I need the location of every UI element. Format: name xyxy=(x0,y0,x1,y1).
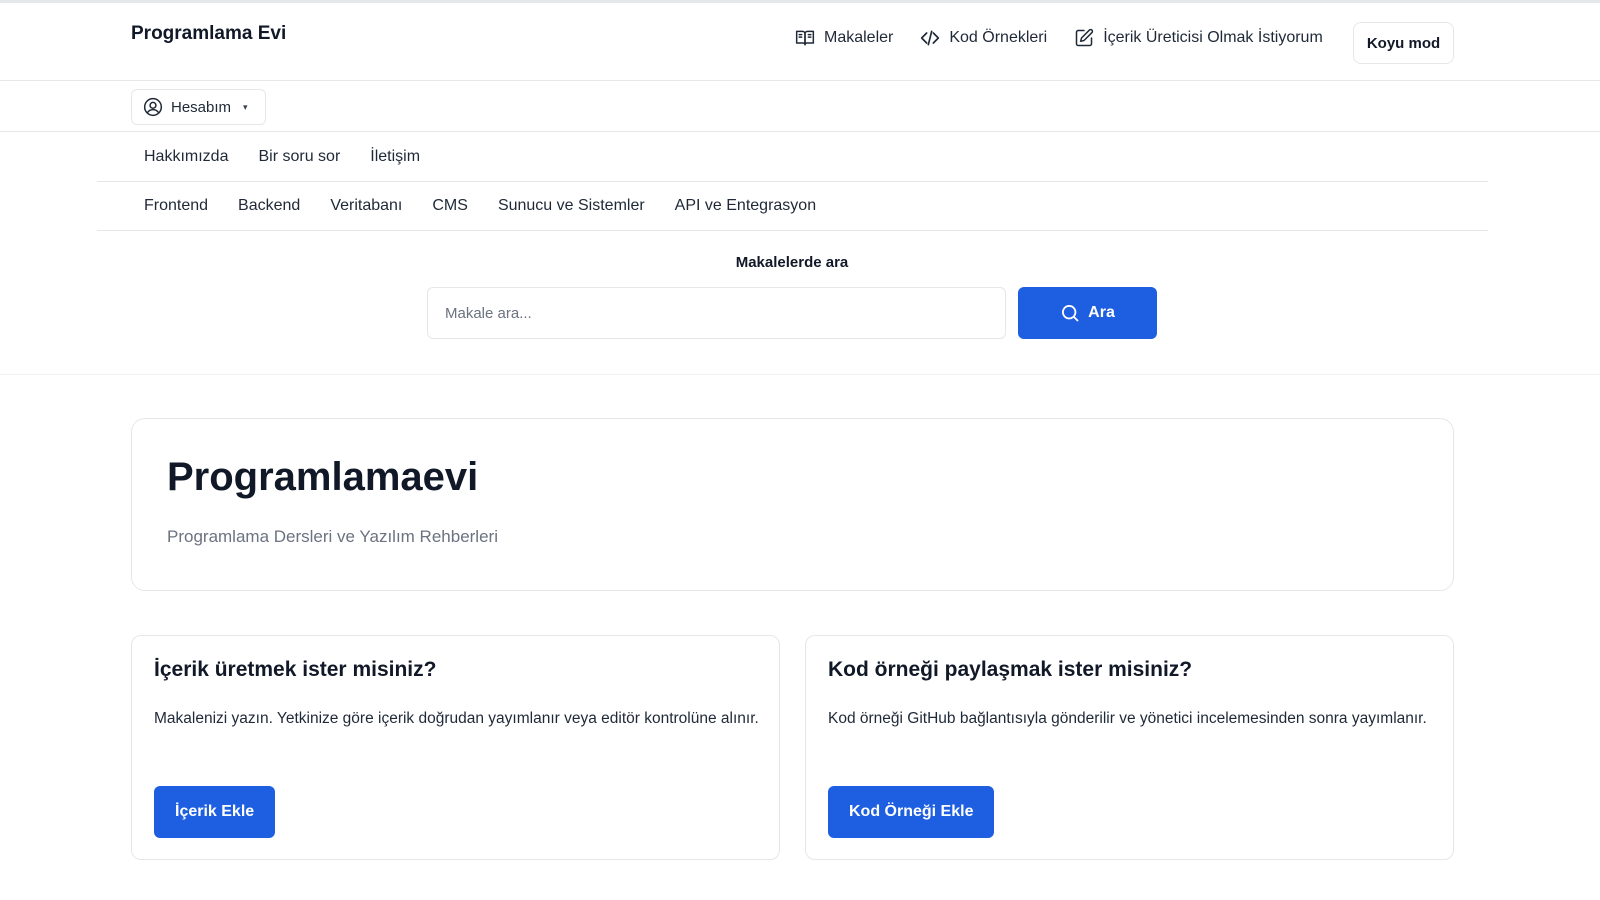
category-link-backend[interactable]: Backend xyxy=(238,197,300,215)
card-text: Makalenizi yazın. Yetkinize göre içerik … xyxy=(154,710,759,727)
info-navigation: Hakkımızda Bir soru sor İletişim xyxy=(97,133,1488,182)
card-title: Kod örneği paylaşmak ister misiniz? xyxy=(828,658,1193,681)
code-icon xyxy=(919,27,941,49)
code-sample-cta-card: Kod örneği paylaşmak ister misiniz? Kod … xyxy=(805,635,1454,860)
category-link-database[interactable]: Veritabanı xyxy=(330,197,402,215)
category-navigation: Frontend Backend Veritabanı CMS Sunucu v… xyxy=(97,182,1488,231)
account-bar: Hesabım ▾ xyxy=(0,82,1600,132)
topnav-item-become-creator[interactable]: İçerik Üreticisi Olmak İstiyorum xyxy=(1073,27,1323,49)
card-text: Kod örneği GitHub bağlantısıyla gönderil… xyxy=(828,710,1427,727)
topnav-item-label: Makaleler xyxy=(824,29,894,46)
book-open-icon xyxy=(794,27,816,49)
search-title: Makalelerde ara xyxy=(735,254,849,271)
card-title: İçerik üretmek ister misiniz? xyxy=(154,658,437,681)
nav-link-ask-question[interactable]: Bir soru sor xyxy=(258,148,340,166)
search-section: Makalelerde ara Ara xyxy=(0,232,1600,375)
hero-subtitle: Programlama Dersleri ve Yazılım Rehberle… xyxy=(167,527,498,546)
search-input[interactable] xyxy=(427,287,1006,339)
content-cta-card: İçerik üretmek ister misiniz? Makalenizi… xyxy=(131,635,780,860)
account-label: Hesabım xyxy=(171,98,232,116)
add-code-sample-button[interactable]: Kod Örneği Ekle xyxy=(828,786,995,838)
category-link-cms[interactable]: CMS xyxy=(432,197,468,215)
add-content-button[interactable]: İçerik Ekle xyxy=(154,786,276,838)
edit-icon xyxy=(1073,27,1095,49)
topnav-item-label: Kod Örnekleri xyxy=(949,29,1048,46)
nav-link-about[interactable]: Hakkımızda xyxy=(144,148,228,166)
search-button[interactable]: Ara xyxy=(1018,287,1157,339)
dark-mode-button[interactable]: Koyu mod xyxy=(1353,22,1454,64)
chevron-down-icon: ▾ xyxy=(243,101,248,112)
top-navigation: Makaleler Kod Örnekleri İçerik Üreticisi… xyxy=(794,27,1323,49)
topnav-item-articles[interactable]: Makaleler xyxy=(794,27,893,49)
nav-link-contact[interactable]: İletişim xyxy=(370,148,420,166)
hero-card: Programlamaevi Programlama Dersleri ve Y… xyxy=(131,418,1454,591)
site-header: Programlama Evi Makaleler Kod Örnekleri xyxy=(0,3,1600,81)
category-link-frontend[interactable]: Frontend xyxy=(144,197,208,215)
hero-title: Programlamaevi xyxy=(167,455,479,499)
topnav-item-label: İçerik Üreticisi Olmak İstiyorum xyxy=(1103,29,1323,46)
site-brand[interactable]: Programlama Evi xyxy=(131,23,286,45)
search-icon xyxy=(1060,303,1080,323)
category-link-servers[interactable]: Sunucu ve Sistemler xyxy=(498,197,645,215)
search-button-label: Ara xyxy=(1088,304,1115,321)
category-link-api[interactable]: API ve Entegrasyon xyxy=(675,197,816,215)
user-circle-icon xyxy=(143,97,163,117)
topnav-item-code-samples[interactable]: Kod Örnekleri xyxy=(919,27,1047,49)
account-dropdown-button[interactable]: Hesabım ▾ xyxy=(131,89,266,125)
